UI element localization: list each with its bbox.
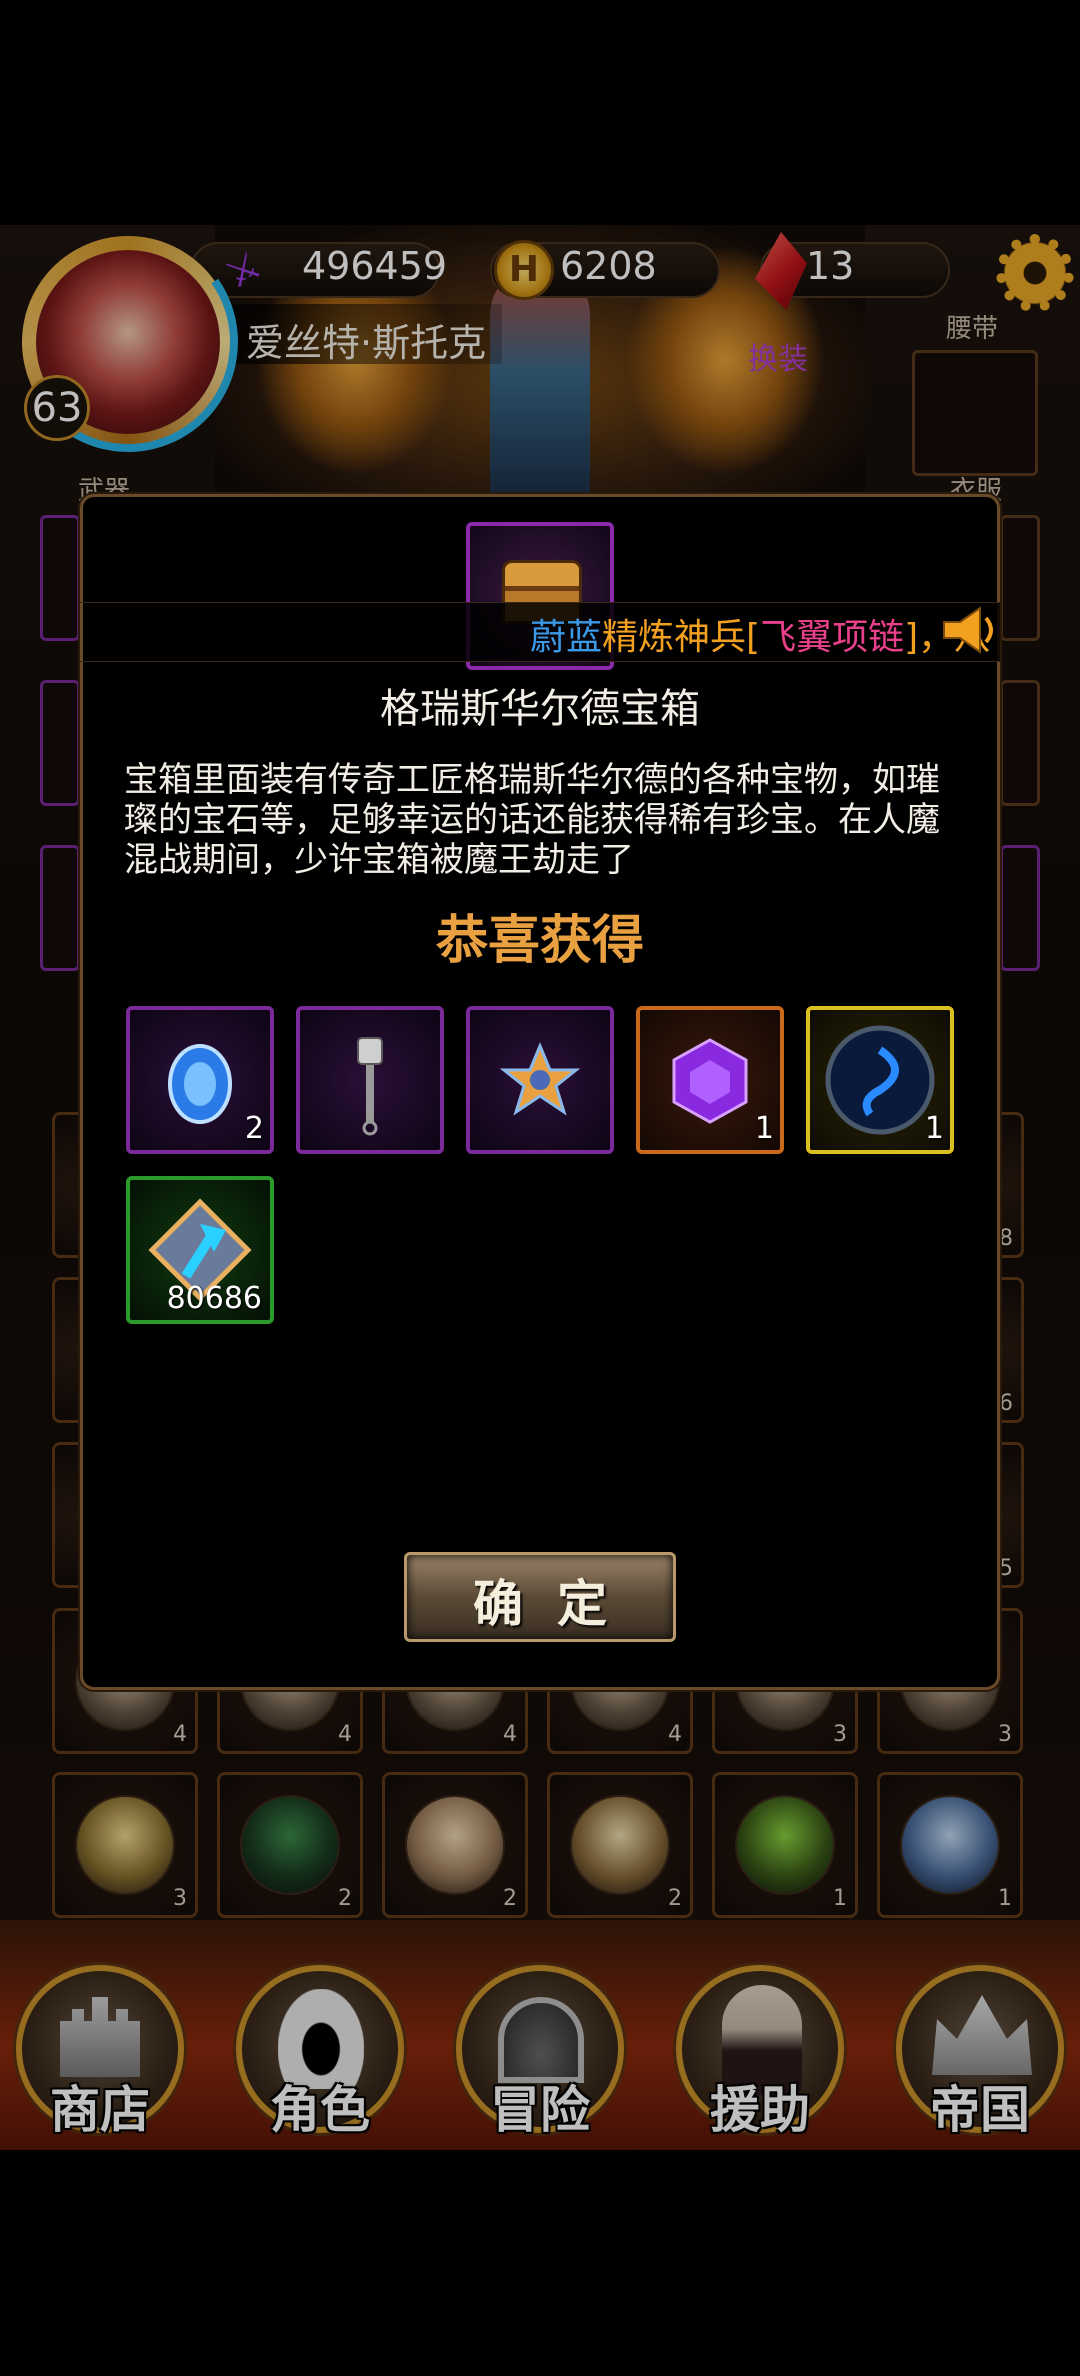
announcement-segment: 飞翼项链: [760, 617, 905, 658]
announcement-text: 蔚蓝精炼神兵[飞翼项链]，八: [530, 608, 990, 660]
star-amulet-icon: [499, 1042, 581, 1116]
dialog-description: 宝箱里面装有传奇工匠格瑞斯华尔德的各种宝物，如璀璨的宝石等，足够幸运的话还能获得…: [124, 760, 940, 880]
reward-item-blue-gem[interactable]: 2: [126, 1006, 274, 1154]
speaker-icon: [943, 606, 993, 654]
reward-item-blue-orb[interactable]: 1: [806, 1006, 954, 1154]
dialog-title: 格瑞斯华尔德宝箱: [380, 686, 700, 732]
scepter-icon: [357, 1037, 383, 1136]
reward-qty: 80686: [166, 1281, 262, 1316]
congrats-heading: 恭喜获得: [435, 911, 644, 971]
reward-item-exp-arrow[interactable]: 80686: [126, 1176, 274, 1324]
reward-item-purple-crystal[interactable]: 1: [636, 1006, 784, 1154]
announcement-segment: 精炼神兵[: [602, 617, 761, 658]
announcement-segment: 蔚蓝: [530, 617, 603, 658]
reward-item-scepter[interactable]: [296, 1006, 444, 1154]
reward-item-star-amulet[interactable]: [466, 1006, 614, 1154]
reward-qty: 1: [754, 1111, 774, 1146]
reward-qty: 2: [244, 1111, 264, 1146]
reward-qty: 1: [924, 1111, 944, 1146]
confirm-button-label: 确定: [473, 1574, 641, 1633]
